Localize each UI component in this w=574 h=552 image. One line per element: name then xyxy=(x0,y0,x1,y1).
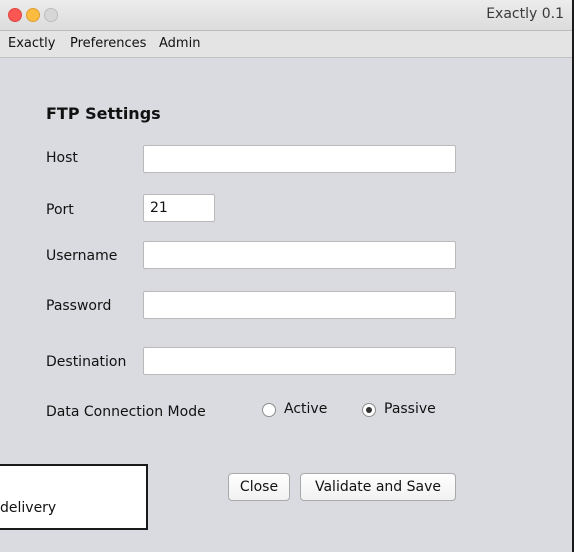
radio-active-label: Active xyxy=(284,401,328,417)
port-label: Port xyxy=(46,202,74,218)
app-window: Exactly 0.1 Exactly Preferences Admin FT… xyxy=(0,0,574,552)
destination-label: Destination xyxy=(46,354,127,370)
port-input[interactable] xyxy=(143,194,215,222)
zoom-window-icon[interactable] xyxy=(44,8,58,22)
overlay-text: delivery xyxy=(0,500,57,516)
section-heading: FTP Settings xyxy=(46,104,161,123)
close-button[interactable]: Close xyxy=(228,473,290,501)
radio-active-icon[interactable] xyxy=(262,403,276,417)
destination-input[interactable] xyxy=(143,347,456,375)
host-label: Host xyxy=(46,150,78,166)
username-label: Username xyxy=(46,248,118,264)
title-bar: Exactly 0.1 xyxy=(0,0,572,31)
username-input[interactable] xyxy=(143,241,456,269)
minimize-window-icon[interactable] xyxy=(26,8,40,22)
overlay-callout: delivery xyxy=(0,464,148,530)
radio-passive-label: Passive xyxy=(384,401,436,417)
close-window-icon[interactable] xyxy=(8,8,22,22)
menu-exactly[interactable]: Exactly xyxy=(8,36,55,51)
host-input[interactable] xyxy=(143,145,456,173)
password-label: Password xyxy=(46,298,112,314)
window-title: Exactly 0.1 xyxy=(486,6,564,22)
data-connection-mode-label: Data Connection Mode xyxy=(46,404,206,420)
password-input[interactable] xyxy=(143,291,456,319)
radio-passive-icon[interactable] xyxy=(362,403,376,417)
menu-preferences[interactable]: Preferences xyxy=(70,36,146,51)
menu-admin[interactable]: Admin xyxy=(159,36,200,51)
menu-bar: Exactly Preferences Admin xyxy=(0,31,572,58)
validate-and-save-button[interactable]: Validate and Save xyxy=(300,473,456,501)
